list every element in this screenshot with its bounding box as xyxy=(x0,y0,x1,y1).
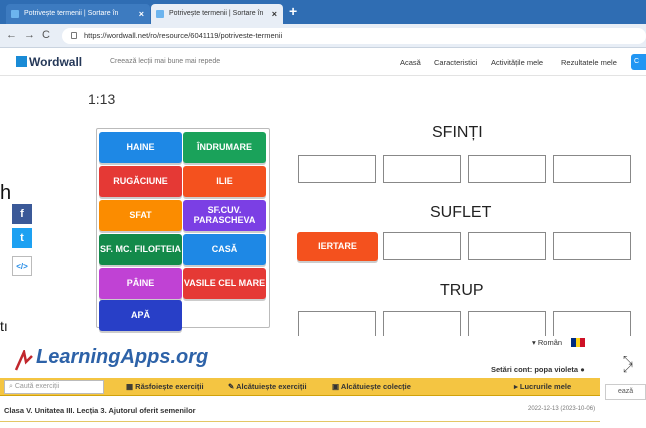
word-tile[interactable]: CASĂ xyxy=(183,234,266,265)
nav-create-collection[interactable]: ▣ Alcătuiește colecție xyxy=(332,382,411,391)
reload-icon[interactable]: C xyxy=(42,29,50,41)
word-tile[interactable]: VASILE CEL MARE xyxy=(183,268,266,299)
search-input[interactable]: ⌕ Caută exerciții xyxy=(4,380,104,394)
group-title-sfinti: SFINȚI xyxy=(432,124,483,141)
menu-my-activities[interactable]: Activitățile mele xyxy=(491,58,543,67)
url-text: https://wordwall.net/ro/resource/6041119… xyxy=(84,31,283,40)
word-tile[interactable]: ILIE xyxy=(183,166,266,197)
fullscreen-icon[interactable]: ⤡ ⤢ xyxy=(623,354,633,374)
new-tab-icon[interactable]: + xyxy=(289,3,297,19)
learningapps-panel: LearningApps.org ▾ Român Setări cont: po… xyxy=(0,336,646,428)
browser-tab-bar: Potrivește termenii | Sortare în × Potri… xyxy=(0,0,646,24)
timer: 1:13 xyxy=(88,91,116,107)
drop-slot[interactable] xyxy=(553,311,631,339)
divider xyxy=(0,421,600,422)
account-settings[interactable]: Setări cont: popa violeta ● xyxy=(491,365,585,374)
date-label: 2022-12-13 (2023-10-06) xyxy=(528,406,596,412)
drop-slot[interactable] xyxy=(298,155,376,183)
menu-features[interactable]: Caracteristici xyxy=(434,58,477,67)
group-title-suflet: SUFLET xyxy=(430,204,492,221)
learningapps-nav: ⌕ Caută exerciții ▦ Răsfoiește exerciții… xyxy=(0,378,600,396)
wordwall-logo-icon xyxy=(16,56,27,67)
drop-slot[interactable] xyxy=(553,155,631,183)
menu-my-results[interactable]: Rezultatele mele xyxy=(561,58,617,67)
word-tile[interactable]: SF.CUV. PARASCHEVA xyxy=(183,200,266,231)
embed-icon[interactable]: </> xyxy=(12,256,32,276)
word-tile[interactable]: RUGĂCIUNE xyxy=(99,166,182,197)
nav-my-things[interactable]: ▸ Lucrurile mele xyxy=(514,382,571,391)
word-tile[interactable]: PÂINE xyxy=(99,268,182,299)
word-tile[interactable]: SF. MC. FILOFTEIA xyxy=(99,234,182,265)
drop-slot[interactable] xyxy=(553,232,631,260)
nav-browse[interactable]: ▦ Răsfoiește exerciții xyxy=(126,382,204,391)
menu-home[interactable]: Acasă xyxy=(400,58,421,67)
close-tab-icon[interactable]: × xyxy=(272,9,277,19)
collection-title: Clasa V. Unitatea III. Lecția 3. Ajutoru… xyxy=(4,406,196,415)
drop-slot[interactable] xyxy=(468,155,546,183)
drop-slot[interactable] xyxy=(383,311,461,339)
page-fragment-text: h xyxy=(0,182,12,204)
browser-tab[interactable]: Potrivește termenii | Sortare în × xyxy=(6,4,150,24)
wordwall-header: Wordwall Creează lecții mai bune mai rep… xyxy=(0,48,646,76)
forward-icon[interactable]: → xyxy=(24,29,35,41)
drop-slot[interactable] xyxy=(298,311,376,339)
twitter-icon[interactable]: t xyxy=(12,228,32,248)
browser-tab-active[interactable]: Potrivește termenii | Sortare în × xyxy=(151,4,283,24)
learningapps-logo[interactable]: LearningApps.org xyxy=(36,346,208,369)
address-bar: ← → C https://wordwall.net/ro/resource/6… xyxy=(0,24,646,48)
wordwall-logo[interactable]: Wordwall xyxy=(16,55,82,69)
drop-slot[interactable] xyxy=(383,155,461,183)
url-input[interactable]: https://wordwall.net/ro/resource/6041119… xyxy=(62,28,646,44)
user-icon: ● xyxy=(580,365,585,374)
nav-create-exercises[interactable]: ✎ Alcătuiește exerciții xyxy=(228,382,307,391)
romania-flag-icon xyxy=(571,338,586,347)
word-tile[interactable]: APĂ xyxy=(99,300,182,331)
language-selector[interactable]: ▾ Român xyxy=(532,338,562,347)
learningapps-logo-icon xyxy=(14,350,33,371)
drop-slot[interactable] xyxy=(383,232,461,260)
group-title-trup: TRUP xyxy=(440,282,484,299)
tab-favicon-icon xyxy=(11,10,19,18)
word-tile[interactable]: SFAT xyxy=(99,200,182,231)
lock-icon xyxy=(71,32,77,39)
wordwall-tagline: Creează lecții mai bune mai repede xyxy=(110,58,221,65)
facebook-icon[interactable]: f xyxy=(12,204,32,224)
word-tile[interactable]: ÎNDRUMARE xyxy=(183,132,266,163)
side-button[interactable]: ează xyxy=(605,384,646,400)
drop-slot[interactable] xyxy=(468,232,546,260)
page-fragment-text: tı xyxy=(0,318,8,334)
tab-title: Potrivește termenii | Sortare în xyxy=(169,10,264,17)
drop-slot[interactable] xyxy=(468,311,546,339)
back-icon[interactable]: ← xyxy=(6,29,17,41)
placed-tile[interactable]: IERTARE xyxy=(297,232,378,261)
tab-title: Potrivește termenii | Sortare în xyxy=(24,10,119,17)
word-tile[interactable]: HAINE xyxy=(99,132,182,163)
signup-button[interactable]: C xyxy=(631,54,646,70)
tab-favicon-icon xyxy=(156,10,164,18)
close-tab-icon[interactable]: × xyxy=(139,9,144,19)
